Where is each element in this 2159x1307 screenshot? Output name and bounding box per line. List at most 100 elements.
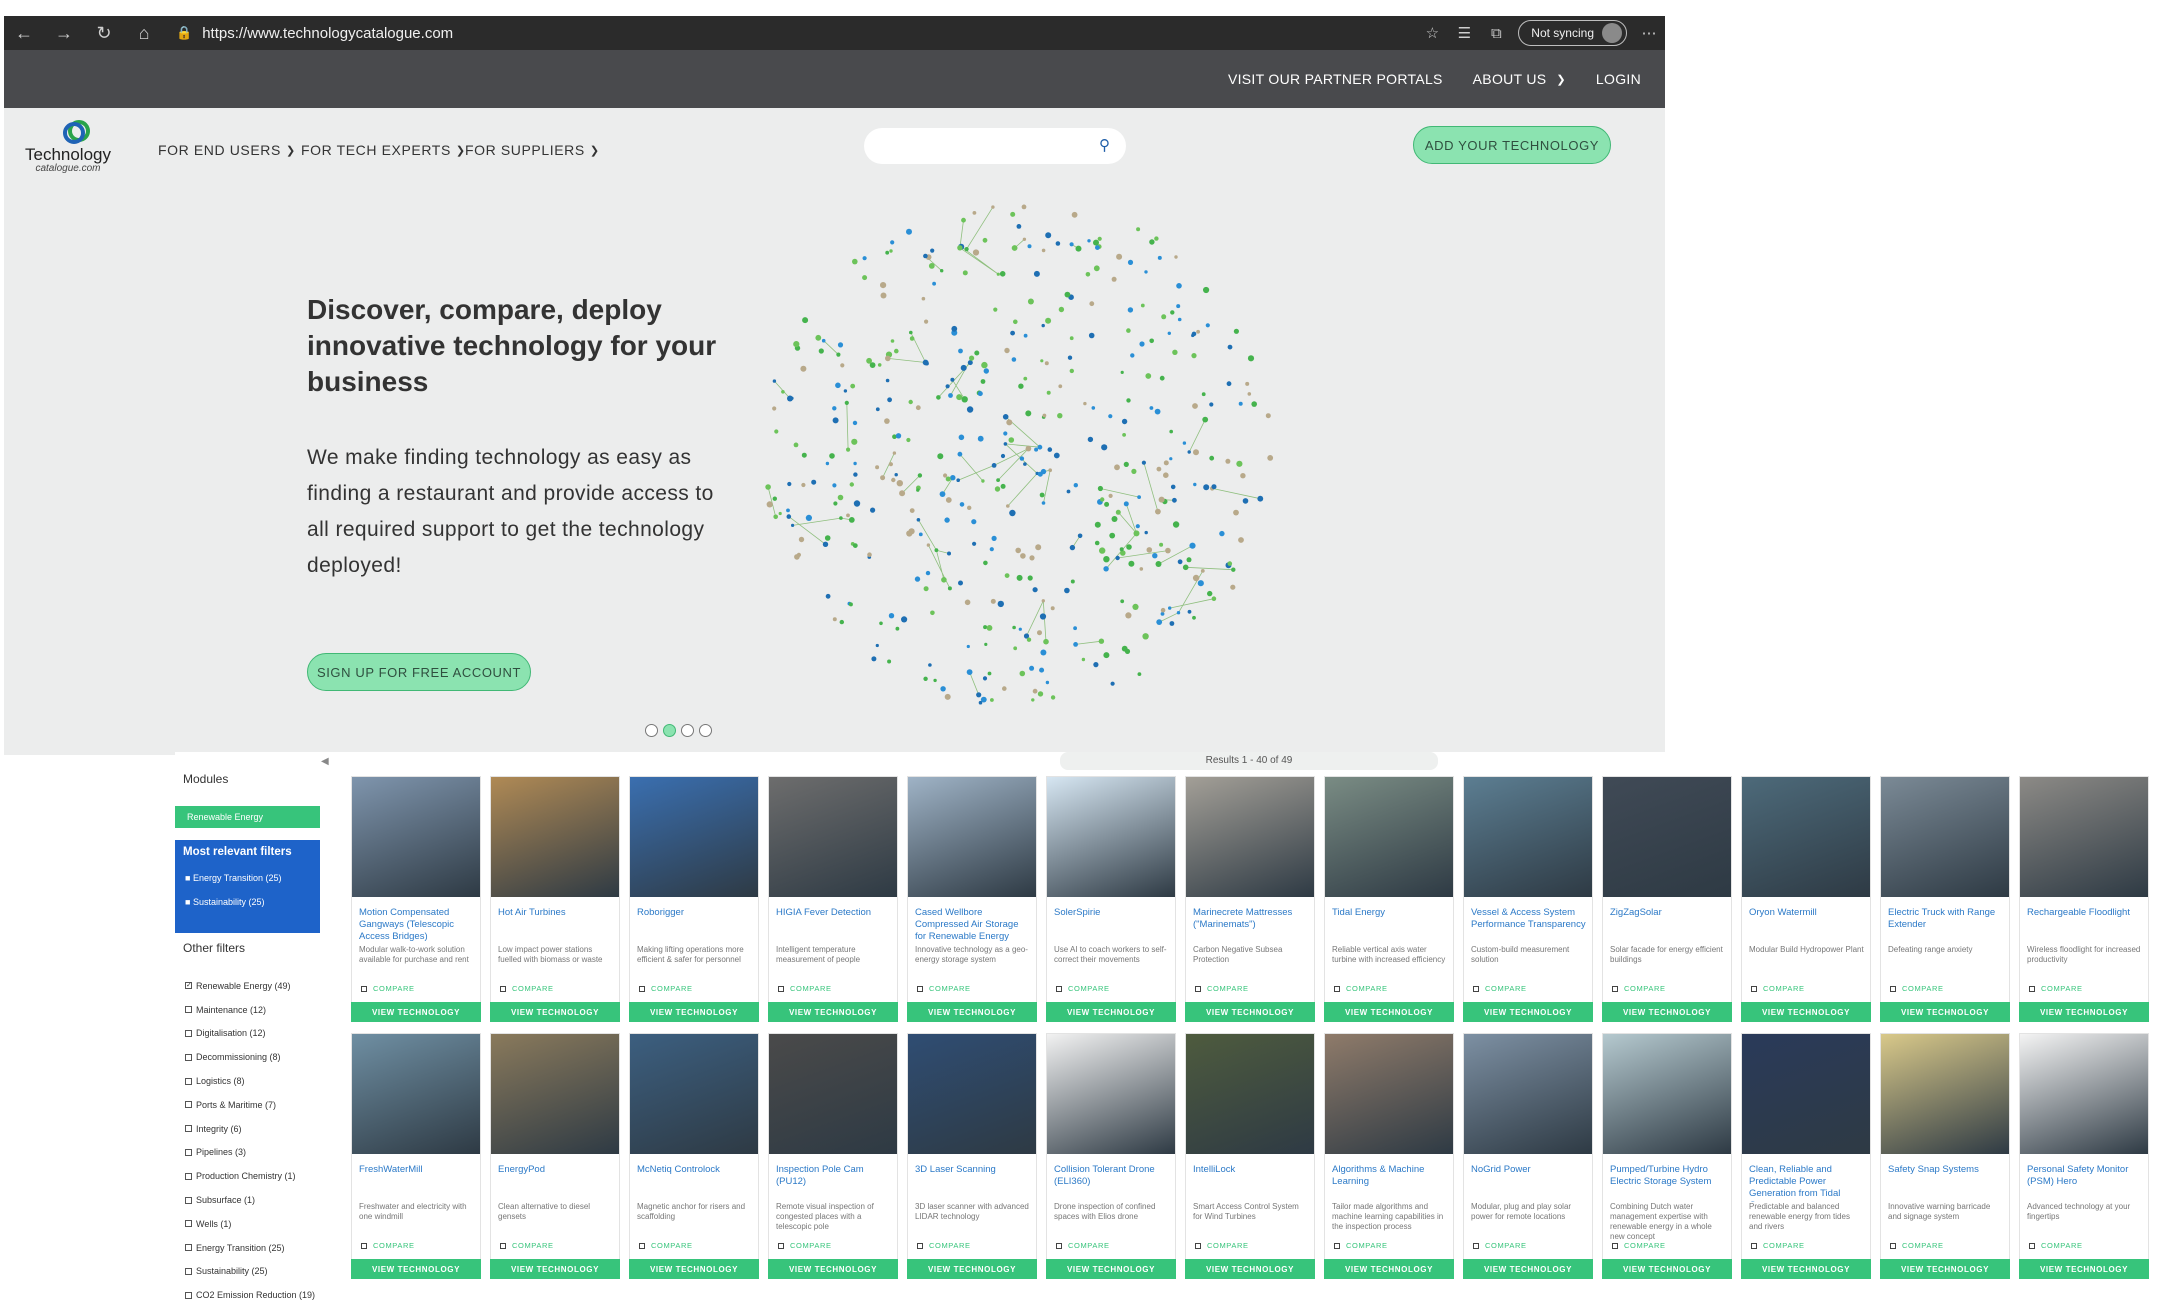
technology-thumbnail[interactable]	[908, 777, 1036, 897]
filter-item[interactable]: Integrity (6)	[185, 1117, 315, 1141]
view-technology-button[interactable]: VIEW TECHNOLOGY	[629, 1002, 759, 1022]
technology-card[interactable]: Clean, Reliable and Predictable Power Ge…	[1741, 1033, 1871, 1279]
technology-thumbnail[interactable]	[1186, 1034, 1314, 1154]
carousel-dot-active[interactable]	[663, 724, 676, 737]
compare-checkbox[interactable]: COMPARE	[778, 1241, 832, 1250]
filter-checkbox[interactable]	[185, 1196, 192, 1204]
carousel-dot[interactable]	[699, 724, 712, 737]
filter-checkbox[interactable]	[185, 1267, 192, 1275]
filter-checkbox[interactable]	[185, 1029, 192, 1037]
technology-thumbnail[interactable]	[1742, 1034, 1870, 1154]
technology-title[interactable]: Hot Air Turbines	[491, 897, 619, 945]
technology-title[interactable]: Safety Snap Systems	[1881, 1154, 2009, 1202]
filter-item[interactable]: Ports & Maritime (7)	[185, 1093, 315, 1117]
compare-checkbox[interactable]: COMPARE	[1612, 1241, 1666, 1250]
compare-checkbox[interactable]: COMPARE	[1751, 1241, 1805, 1250]
technology-card[interactable]: Inspection Pole Cam (PU12) Remote visual …	[768, 1033, 898, 1279]
technology-card[interactable]: ZigZagSolar Solar facade for energy effic…	[1602, 776, 1732, 1022]
technology-title[interactable]: Inspection Pole Cam (PU12)	[769, 1154, 897, 1202]
filter-item[interactable]: Subsurface (1)	[185, 1188, 315, 1212]
view-technology-button[interactable]: VIEW TECHNOLOGY	[907, 1002, 1037, 1022]
technology-card[interactable]: Oryon Watermill Modular Build Hydropower …	[1741, 776, 1871, 1022]
carousel-dot[interactable]	[681, 724, 694, 737]
partner-portals-link[interactable]: VISIT OUR PARTNER PORTALS	[1228, 71, 1443, 87]
view-technology-button[interactable]: VIEW TECHNOLOGY	[1602, 1002, 1732, 1022]
technology-card[interactable]: EnergyPod Clean alternative to diesel gen…	[490, 1033, 620, 1279]
technology-title[interactable]: Roborigger	[630, 897, 758, 945]
add-technology-button[interactable]: ADD YOUR TECHNOLOGY	[1413, 126, 1611, 164]
technology-title[interactable]: Clean, Reliable and Predictable Power Ge…	[1742, 1154, 1870, 1202]
view-technology-button[interactable]: VIEW TECHNOLOGY	[351, 1259, 481, 1279]
technology-card[interactable]: Vessel & Access System Performance Trans…	[1463, 776, 1593, 1022]
view-technology-button[interactable]: VIEW TECHNOLOGY	[1741, 1259, 1871, 1279]
technology-card[interactable]: McNetiq Controlock Magnetic anchor for ri…	[629, 1033, 759, 1279]
filter-item[interactable]: Production Chemistry (1)	[185, 1164, 315, 1188]
technology-title[interactable]: Electric Truck with Range Extender	[1881, 897, 2009, 945]
nav-end-users[interactable]: FOR END USERS ❯	[158, 142, 296, 158]
login-link[interactable]: LOGIN	[1596, 71, 1641, 87]
technology-card[interactable]: Tidal Energy Reliable vertical axis water…	[1324, 776, 1454, 1022]
compare-checkbox[interactable]: COMPARE	[1473, 1241, 1527, 1250]
technology-title[interactable]: FreshWaterMill	[352, 1154, 480, 1202]
technology-title[interactable]: Motion Compensated Gangways (Telescopic …	[352, 897, 480, 945]
filter-checkbox[interactable]	[185, 1220, 192, 1228]
favorite-add-icon[interactable]: ☆	[1416, 24, 1448, 42]
filter-checkbox[interactable]	[185, 1077, 192, 1085]
search-icon[interactable]: ⚲	[1099, 136, 1110, 154]
view-technology-button[interactable]: VIEW TECHNOLOGY	[1463, 1002, 1593, 1022]
technology-thumbnail[interactable]	[352, 777, 480, 897]
technology-title[interactable]: ZigZagSolar	[1603, 897, 1731, 945]
collections-icon[interactable]: ⧉	[1480, 25, 1512, 42]
technology-card[interactable]: Rechargeable Floodlight Wireless floodlig…	[2019, 776, 2149, 1022]
module-renewable-energy[interactable]: Renewable Energy	[175, 806, 320, 828]
filter-checkbox[interactable]	[185, 1006, 192, 1014]
technology-card[interactable]: SolerSpirie Use AI to coach workers to se…	[1046, 776, 1176, 1022]
technology-title[interactable]: NoGrid Power	[1464, 1154, 1592, 1202]
favorites-icon[interactable]: ☰	[1448, 24, 1480, 42]
sync-button[interactable]: Not syncing	[1518, 20, 1627, 46]
technology-thumbnail[interactable]	[908, 1034, 1036, 1154]
technology-thumbnail[interactable]	[1047, 777, 1175, 897]
technology-card[interactable]: Roborigger Making lifting operations more…	[629, 776, 759, 1022]
relevant-filter-item[interactable]: ■ Energy Transition (25)	[175, 868, 320, 892]
technology-title[interactable]: 3D Laser Scanning	[908, 1154, 1036, 1202]
compare-checkbox[interactable]: COMPARE	[1056, 984, 1110, 993]
filter-checkbox[interactable]	[185, 1125, 192, 1133]
view-technology-button[interactable]: VIEW TECHNOLOGY	[351, 1002, 481, 1022]
compare-checkbox[interactable]: COMPARE	[361, 984, 415, 993]
technology-thumbnail[interactable]	[1186, 777, 1314, 897]
compare-checkbox[interactable]: COMPARE	[1890, 1241, 1944, 1250]
technology-thumbnail[interactable]	[1603, 777, 1731, 897]
technology-thumbnail[interactable]	[769, 1034, 897, 1154]
compare-checkbox[interactable]: COMPARE	[1334, 1241, 1388, 1250]
filter-checkbox[interactable]	[185, 1053, 192, 1061]
compare-checkbox[interactable]: COMPARE	[1195, 984, 1249, 993]
technology-title[interactable]: Pumped/Turbine Hydro Electric Storage Sy…	[1603, 1154, 1731, 1202]
technology-title[interactable]: McNetiq Controlock	[630, 1154, 758, 1202]
filter-checkbox[interactable]	[185, 1291, 192, 1299]
technology-thumbnail[interactable]	[491, 777, 619, 897]
technology-thumbnail[interactable]	[352, 1034, 480, 1154]
technology-thumbnail[interactable]	[769, 777, 897, 897]
lock-icon[interactable]: 🔒	[176, 25, 192, 41]
view-technology-button[interactable]: VIEW TECHNOLOGY	[768, 1259, 898, 1279]
technology-card[interactable]: HIGIA Fever Detection Intelligent tempera…	[768, 776, 898, 1022]
technology-card[interactable]: Pumped/Turbine Hydro Electric Storage Sy…	[1602, 1033, 1732, 1279]
technology-thumbnail[interactable]	[491, 1034, 619, 1154]
forward-icon[interactable]: →	[44, 16, 84, 50]
technology-title[interactable]: Oryon Watermill	[1742, 897, 1870, 945]
technology-thumbnail[interactable]	[630, 1034, 758, 1154]
view-technology-button[interactable]: VIEW TECHNOLOGY	[2019, 1259, 2149, 1279]
technology-thumbnail[interactable]	[1325, 777, 1453, 897]
view-technology-button[interactable]: VIEW TECHNOLOGY	[1463, 1259, 1593, 1279]
about-us-menu[interactable]: ABOUT US ❯	[1473, 71, 1566, 87]
technology-card[interactable]: Marinecrete Mattresses ("Marinemats") Car…	[1185, 776, 1315, 1022]
technology-card[interactable]: Electric Truck with Range Extender Defeat…	[1880, 776, 2010, 1022]
technology-thumbnail[interactable]	[1464, 1034, 1592, 1154]
compare-checkbox[interactable]: COMPARE	[1890, 984, 1944, 993]
filter-item[interactable]: Energy Transition (25)	[185, 1236, 315, 1260]
view-technology-button[interactable]: VIEW TECHNOLOGY	[1185, 1002, 1315, 1022]
technology-title[interactable]: Algorithms & Machine Learning	[1325, 1154, 1453, 1202]
compare-checkbox[interactable]: COMPARE	[500, 984, 554, 993]
view-technology-button[interactable]: VIEW TECHNOLOGY	[907, 1259, 1037, 1279]
